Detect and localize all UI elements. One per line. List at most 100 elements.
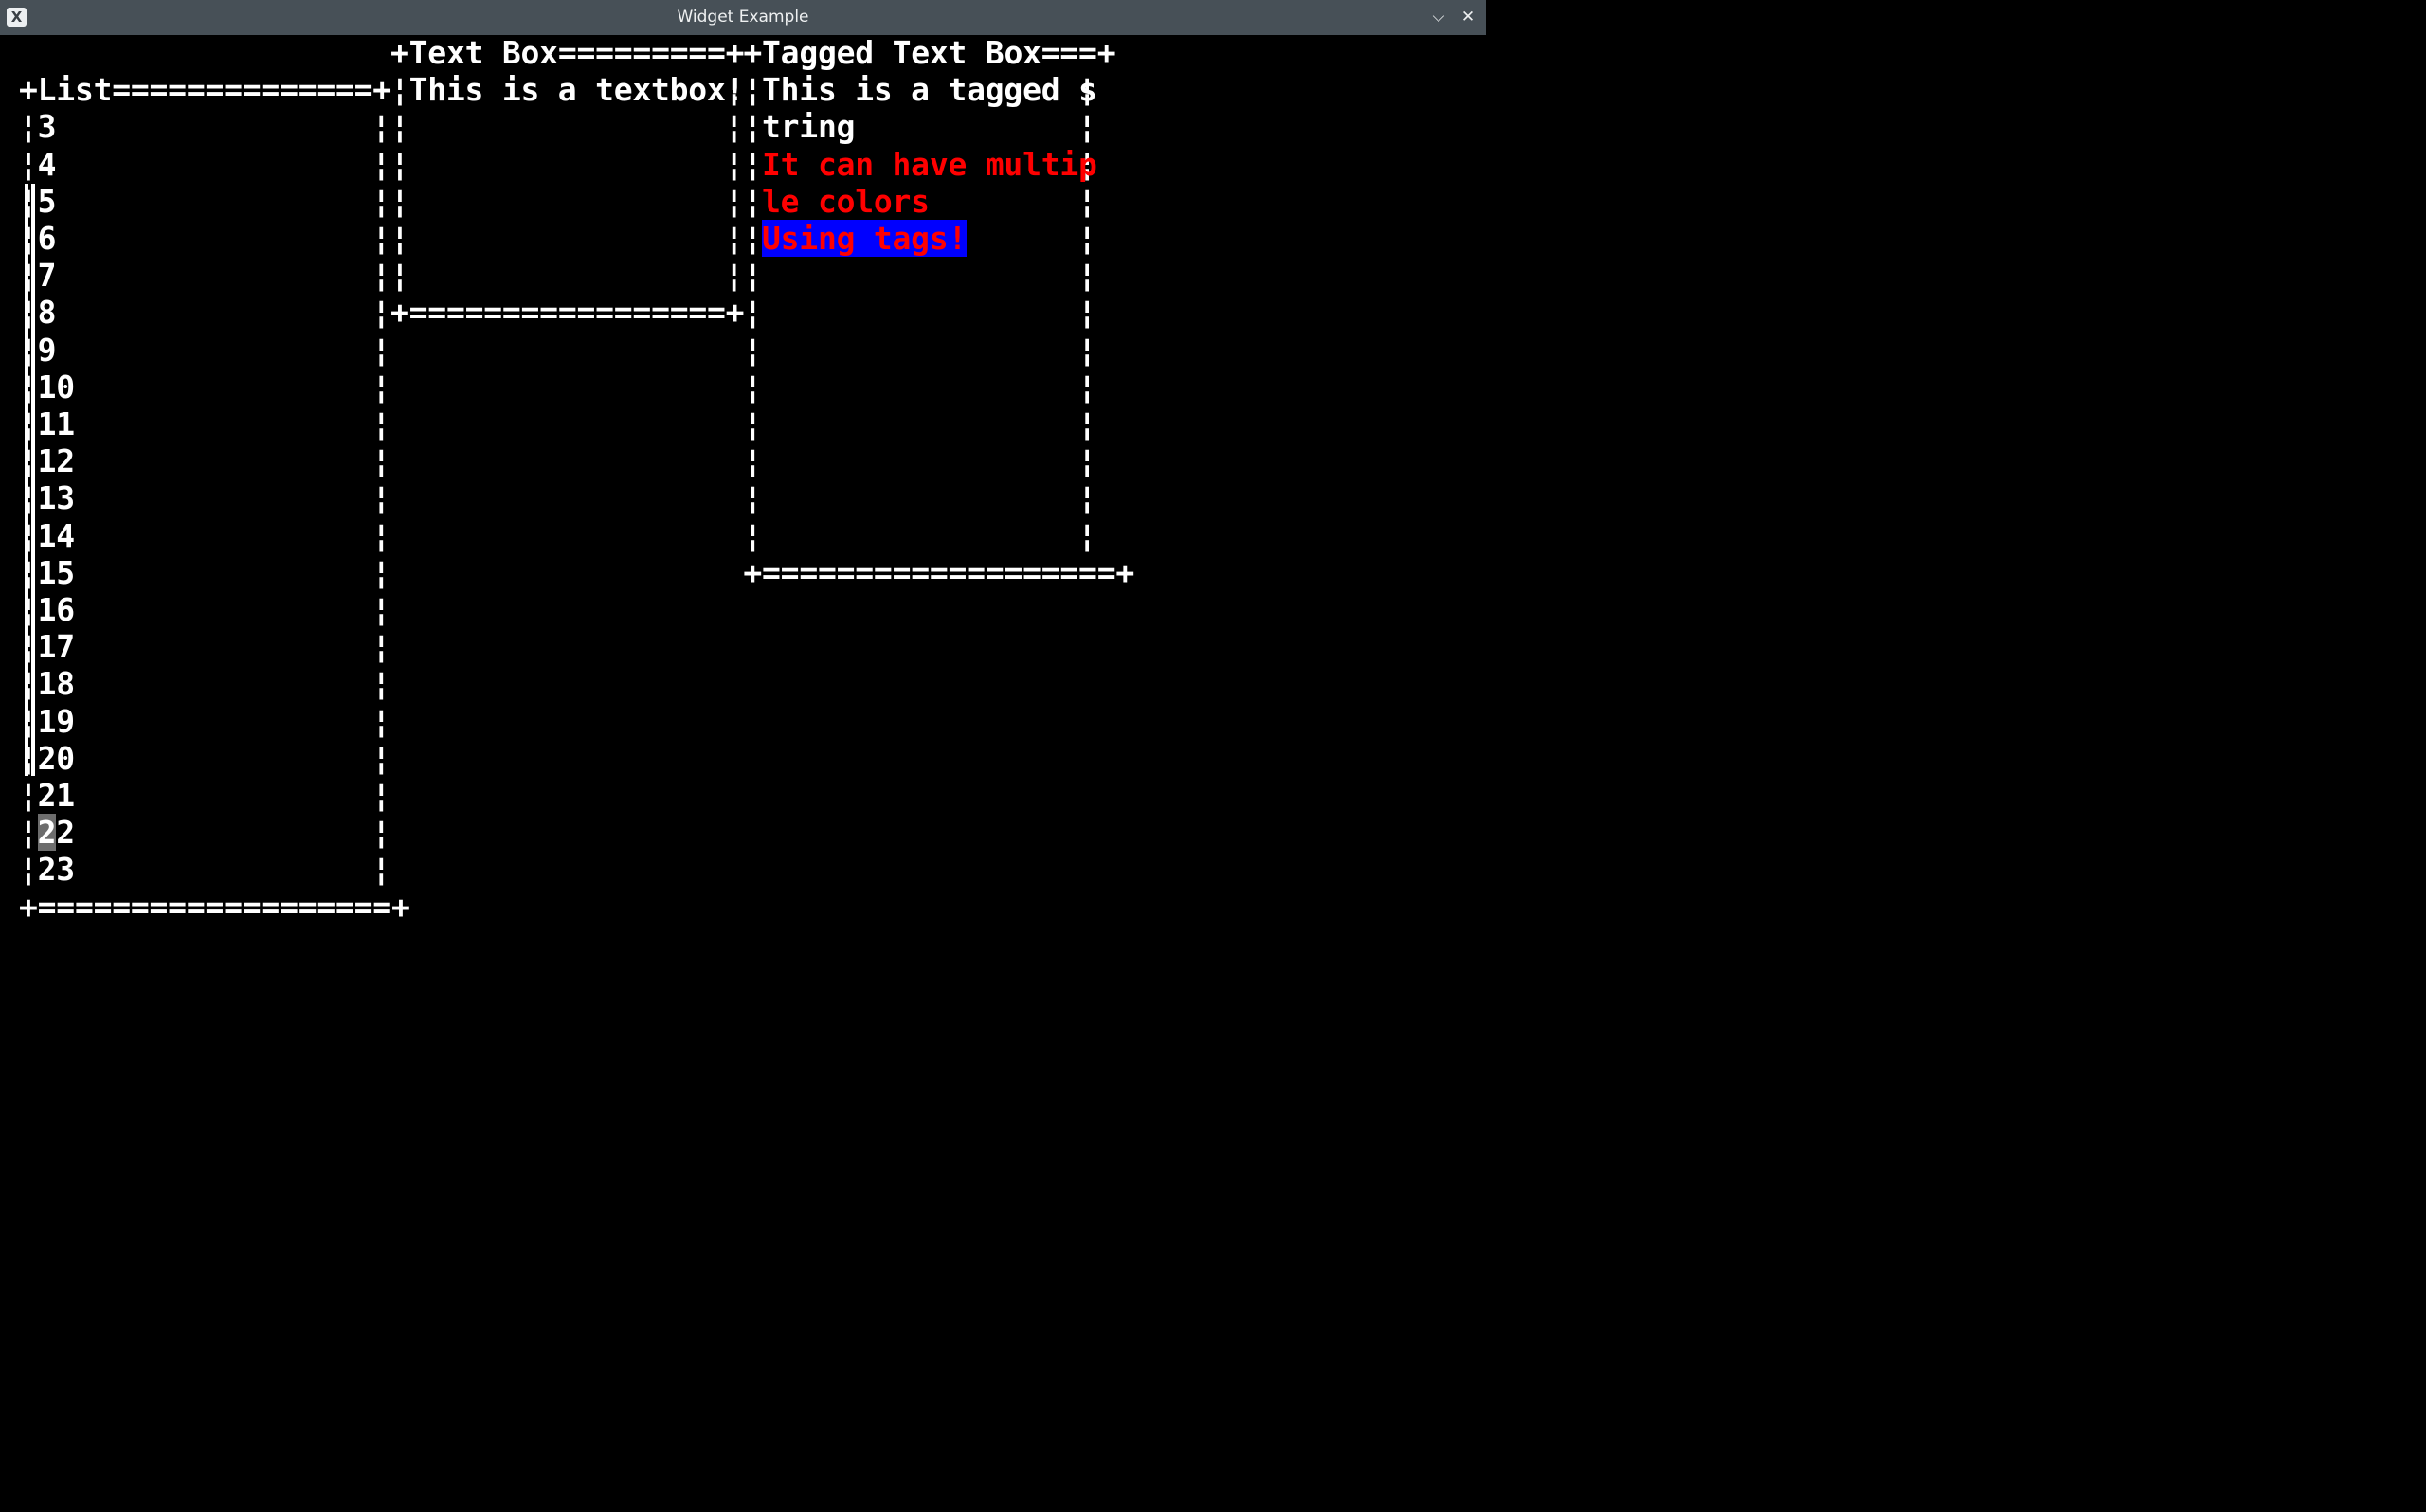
list-item[interactable]: 5	[38, 183, 57, 220]
tagged-text-line: le colors	[762, 182, 930, 220]
tagged-text-box-left-border: ¦	[743, 145, 763, 183]
list-item[interactable]: 10	[38, 369, 76, 405]
tagged-text-box-right-border: ¦	[1077, 294, 1096, 332]
list-scrollbar[interactable]	[25, 183, 28, 776]
list-box-left-border: ¦	[19, 145, 38, 183]
list-item[interactable]: 7	[38, 257, 57, 294]
tagged-text-box-left-border: ¦	[743, 108, 763, 146]
list-box-right-border: ¦	[371, 182, 391, 220]
tagged-text-line: It can have multip	[762, 145, 1097, 183]
tagged-text-box-right-border: ¦	[1077, 368, 1096, 405]
text-box-top-border: +Text Box=========+	[390, 34, 745, 71]
list-box-right-border: ¦	[371, 777, 391, 814]
terminal-area: +List==============+¦3¦¦4¦¦5¦¦6¦¦7¦¦8¦¦9…	[0, 34, 1486, 927]
tagged-text-box-top-border: +Tagged Text Box===+	[743, 34, 1116, 71]
tagged-text-box-left-border: ¦	[743, 479, 763, 517]
list-box-right-border: ¦	[371, 479, 391, 517]
tagged-text-box-left-border: ¦	[743, 182, 763, 220]
list-box-right-border: ¦	[371, 739, 391, 777]
list-item[interactable]: 8	[38, 294, 57, 331]
tagged-text-box-right-border: ¦	[1077, 405, 1096, 442]
tagged-text-box-left-border: ¦	[743, 442, 763, 480]
tagged-text-box-right-border: ¦	[1077, 108, 1096, 146]
tagged-text-box-right-border: ¦	[1077, 220, 1096, 257]
list-box-right-border: ¦	[371, 553, 391, 591]
tagged-text-box-right-border: ¦	[1077, 479, 1096, 517]
list-item[interactable]: 13	[38, 479, 76, 516]
list-item[interactable]: 16	[38, 591, 76, 628]
list-box-right-border: ¦	[371, 257, 391, 295]
application-window: X Widget Example ⌵ ✕ +List==============…	[0, 0, 1486, 927]
minimize-chevron-icon[interactable]: ⌵	[1429, 8, 1448, 27]
tagged-text-box-bottom-border: +===================+	[743, 553, 1134, 591]
list-item[interactable]: 19	[38, 703, 76, 740]
tagged-text-box-left-border: ¦	[743, 331, 763, 369]
list-box-right-border: ¦	[371, 516, 391, 554]
text-box-right-border: ¦	[724, 220, 744, 257]
list-box-left-border: ¦	[19, 814, 38, 852]
list-box-right-border: ¦	[371, 702, 391, 740]
list-box-right-border: ¦	[371, 108, 391, 146]
tagged-text-box-left-border: ¦	[743, 257, 763, 295]
list-item[interactable]: 14	[38, 517, 76, 554]
text-box-bottom-border: +=================+	[390, 294, 745, 332]
list-box-right-border: ¦	[371, 814, 391, 852]
tagged-text-box-left-border: ¦	[743, 516, 763, 554]
list-item[interactable]: 17	[38, 628, 76, 665]
list-box-right-border: ¦	[371, 851, 391, 889]
list-item[interactable]: 20	[38, 740, 76, 777]
text-box-content[interactable]: This is a textbox!	[409, 71, 745, 108]
list-item[interactable]: 12	[38, 442, 76, 479]
tagged-text-box-right-border: ¦	[1077, 442, 1096, 480]
tagged-text-box-left-border: ¦	[743, 368, 763, 405]
list-box-left-border: ¦	[19, 851, 38, 889]
window-title: Widget Example	[677, 8, 809, 27]
tagged-text-box-left-border: ¦	[743, 220, 763, 257]
text-box-left-border: ¦	[390, 71, 409, 109]
list-box-right-border: ¦	[371, 145, 391, 183]
list-box-left-border: ¦	[19, 108, 38, 146]
list-item[interactable]: 23	[38, 851, 76, 888]
list-box-right-border: ¦	[371, 591, 391, 628]
list-item[interactable]: 4	[38, 146, 57, 183]
list-box-right-border: ¦	[371, 294, 391, 332]
list-box-right-border: ¦	[371, 220, 391, 257]
tagged-text-box-right-border: ¦	[1077, 257, 1096, 295]
list-item[interactable]: 11	[38, 405, 76, 442]
text-box-right-border: ¦	[724, 108, 744, 146]
list-box-right-border: ¦	[371, 442, 391, 480]
tagged-text-line: tring	[762, 108, 856, 146]
list-item[interactable]: 18	[38, 665, 76, 702]
list-item[interactable]: 9	[38, 332, 57, 369]
tagged-text-box-left-border: ¦	[743, 405, 763, 442]
tagged-text-box-right-border: ¦	[1077, 331, 1096, 369]
text-box-left-border: ¦	[390, 145, 409, 183]
list-scrollbar[interactable]	[31, 183, 35, 776]
list-box-top-border: +List==============+	[19, 71, 391, 109]
list-box-bottom-border: +===================+	[19, 888, 410, 926]
text-box-left-border: ¦	[390, 108, 409, 146]
list-box-right-border: ¦	[371, 665, 391, 703]
list-box-right-border: ¦	[371, 628, 391, 666]
list-item[interactable]: 21	[38, 777, 76, 814]
list-item[interactable]: 3	[38, 108, 57, 145]
text-box-left-border: ¦	[390, 182, 409, 220]
text-box-left-border: ¦	[390, 257, 409, 295]
close-icon[interactable]: ✕	[1458, 8, 1477, 27]
tagged-text-box-right-border: ¦	[1077, 182, 1096, 220]
list-box-left-border: ¦	[19, 777, 38, 814]
list-item[interactable]: 22	[37, 814, 75, 852]
text-box-left-border: ¦	[390, 220, 409, 257]
title-bar[interactable]: X Widget Example ⌵ ✕	[0, 0, 1486, 35]
tagged-text-box-left-border: ¦	[743, 71, 763, 109]
tagged-text-box-right-border: ¦	[1077, 516, 1096, 554]
list-item[interactable]: 15	[38, 554, 76, 591]
text-box-right-border: ¦	[724, 182, 744, 220]
tagged-text-line: Using tags!	[762, 220, 968, 257]
tagged-text-line: This is a tagged s	[762, 71, 1097, 109]
list-box-right-border: ¦	[371, 368, 391, 405]
list-box-right-border: ¦	[371, 331, 391, 369]
list-item[interactable]: 6	[38, 220, 57, 257]
text-box-right-border: ¦	[724, 145, 744, 183]
text-box-right-border: ¦	[724, 257, 744, 295]
